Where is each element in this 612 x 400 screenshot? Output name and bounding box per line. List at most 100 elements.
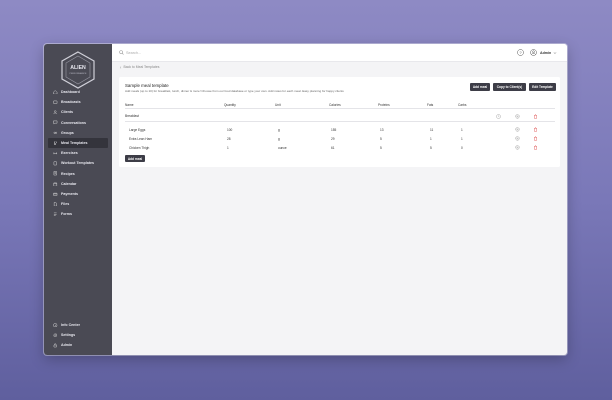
help-icon[interactable]: ? <box>517 49 524 56</box>
users-icon <box>53 110 58 115</box>
home-icon <box>53 89 58 95</box>
table-row: Chicken Thigh 1 ounce 61 5 5 0 <box>119 144 560 153</box>
food-unit: g <box>278 136 280 141</box>
sidebar-item-label: Conversations <box>61 120 86 125</box>
sidebar-item-exercises[interactable]: Exercises <box>44 148 112 158</box>
delete-icon[interactable] <box>533 127 538 132</box>
sidebar: ALIEN PERFORMANCE Dashboard Broadcasts C… <box>44 44 112 355</box>
table-row: Extra Lean Ham 28 g 29 5 1 1 <box>119 135 560 144</box>
search-input[interactable] <box>126 48 276 58</box>
food-calories: 61 <box>331 145 335 150</box>
form-icon <box>53 212 58 217</box>
copy-to-clients-button[interactable]: Copy to Client(s) <box>493 83 526 91</box>
delete-icon[interactable] <box>533 114 538 119</box>
delete-icon[interactable] <box>533 136 538 141</box>
sidebar-item-label: Broadcasts <box>61 100 81 105</box>
column-header-proteins: Proteins <box>378 102 390 107</box>
settings-icon[interactable] <box>515 126 520 132</box>
food-carbs: 0 <box>461 145 463 150</box>
sidebar-item-label: Workout Templates <box>61 161 95 166</box>
sidebar-bottom-nav: Info Center Settings Admin <box>44 320 112 351</box>
sidebar-item-recipes[interactable]: Recipes <box>44 169 112 179</box>
column-header-quantity: Quantity <box>224 102 236 107</box>
sidebar-item-label: Groups <box>61 130 74 135</box>
food-carbs: 1 <box>461 136 463 141</box>
group-icon <box>53 130 58 135</box>
brand-logo[interactable]: ALIEN PERFORMANCE <box>58 50 98 90</box>
sidebar-item-label: Admin <box>61 343 73 348</box>
edit-template-button[interactable]: Edit Template <box>529 83 556 91</box>
back-link[interactable]: Back to Meal Templates <box>119 65 159 69</box>
sidebar-item-broadcasts[interactable]: Broadcasts <box>44 97 112 107</box>
sidebar-item-meal-templates[interactable]: Meal Templates <box>48 137 108 149</box>
header-divider <box>125 107 555 109</box>
sidebar-item-label: Meal Templates <box>61 141 88 146</box>
sidebar-item-label: Clients <box>61 110 73 115</box>
food-calories: 155 <box>331 127 337 132</box>
food-quantity: 1 <box>227 145 229 150</box>
column-header-fats: Fats <box>427 102 434 107</box>
sidebar-item-files[interactable]: Files <box>44 199 112 209</box>
food-proteins: 5 <box>380 145 382 150</box>
food-name: Chicken Thigh <box>129 145 150 150</box>
sidebar-item-forms[interactable]: Forms <box>44 209 112 219</box>
meal-template-panel: Sample meal template Add meals (up to 10… <box>119 77 560 167</box>
card-icon <box>53 191 58 196</box>
sidebar-item-label: Settings <box>61 333 76 338</box>
sidebar-item-label: Recipes <box>61 171 75 176</box>
broadcast-icon <box>53 100 58 105</box>
search-icon <box>119 50 124 55</box>
avatar-icon[interactable] <box>530 49 537 56</box>
back-link-label: Back to Meal Templates <box>123 65 160 69</box>
sidebar-item-calendar[interactable]: Calendar <box>44 179 112 189</box>
sidebar-item-label: Dashboard <box>61 90 80 95</box>
file-icon <box>53 202 58 207</box>
clipboard-icon <box>53 161 58 166</box>
settings-icon[interactable] <box>515 144 520 150</box>
settings-icon[interactable] <box>515 113 520 119</box>
sidebar-item-settings[interactable]: Settings <box>44 330 112 340</box>
column-header-carbs: Carbs <box>458 102 467 107</box>
lock-icon <box>53 343 58 348</box>
dumbbell-icon <box>53 151 58 156</box>
sidebar-item-label: Exercises <box>61 151 78 156</box>
add-meal-bottom-button[interactable]: Add meal <box>125 155 145 162</box>
sidebar-item-clients[interactable]: Clients <box>44 107 112 117</box>
column-header-unit: Unit <box>275 102 281 107</box>
sidebar-item-label: Calendar <box>61 181 77 186</box>
sidebar-nav: Dashboard Broadcasts Clients Conversatio… <box>44 87 112 219</box>
table-row: Large Eggs 100 g 155 13 11 1 <box>119 126 560 135</box>
sidebar-item-payments[interactable]: Payments <box>44 189 112 199</box>
food-quantity: 100 <box>227 127 233 132</box>
food-unit: g <box>278 127 280 132</box>
chevron-left-icon <box>119 65 122 69</box>
delete-icon[interactable] <box>533 145 538 150</box>
clock-icon[interactable] <box>496 113 501 119</box>
info-icon <box>53 323 58 328</box>
logo-subtext: PERFORMANCE <box>69 72 87 75</box>
sidebar-item-label: Forms <box>61 212 72 217</box>
settings-icon[interactable] <box>515 135 520 141</box>
sidebar-item-info-center[interactable]: Info Center <box>44 320 112 330</box>
food-quantity: 28 <box>227 136 231 141</box>
chevron-down-icon[interactable] <box>553 51 557 55</box>
add-meal-button[interactable]: Add meal <box>470 83 490 91</box>
sidebar-item-dashboard[interactable]: Dashboard <box>44 87 112 97</box>
sidebar-item-workout-templates[interactable]: Workout Templates <box>44 158 112 168</box>
user-menu-label[interactable]: Admin <box>540 51 551 55</box>
sidebar-item-label: Info Center <box>61 323 80 328</box>
food-calories: 29 <box>331 136 335 141</box>
column-header-name: Name <box>125 102 134 107</box>
sidebar-item-label: Payments <box>61 191 78 196</box>
sidebar-item-conversations[interactable]: Conversations <box>44 118 112 128</box>
sidebar-item-admin[interactable]: Admin <box>44 340 112 350</box>
meal-group-label: Breakfast <box>125 114 139 118</box>
meal-icon <box>53 141 58 146</box>
sidebar-item-label: Files <box>61 202 70 207</box>
food-carbs: 1 <box>461 127 463 132</box>
food-fats: 11 <box>430 127 434 132</box>
chat-icon <box>53 120 58 125</box>
food-proteins: 13 <box>380 127 384 132</box>
sidebar-item-groups[interactable]: Groups <box>44 128 112 138</box>
food-proteins: 5 <box>380 136 382 141</box>
